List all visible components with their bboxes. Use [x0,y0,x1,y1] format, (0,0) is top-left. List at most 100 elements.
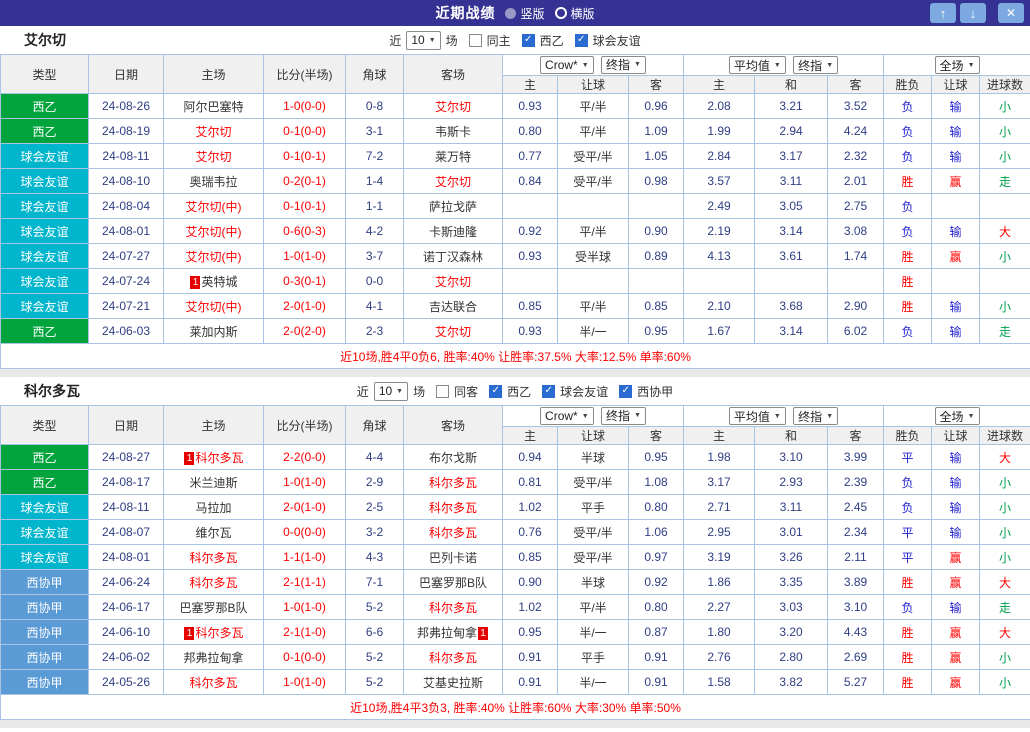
goals-result-cell: 小 [980,670,1030,695]
col-home: 主场 [164,406,264,445]
date-cell: 24-07-24 [89,269,164,294]
team-name: 科尔多瓦 [189,576,237,590]
goals-result-cell [980,194,1030,219]
odds-final-select[interactable]: 终指▼ [601,407,646,425]
col-corner: 角球 [346,55,404,94]
subcol-avg-draw: 和 [755,76,828,94]
chevron-down-icon: ▼ [396,388,403,395]
result-cell: 平 [884,445,932,470]
score-cell: 1-0(1-0) [264,670,346,695]
league-label-friendly: 球会友谊 [559,383,609,400]
games-label: 场 [445,32,459,49]
odds-away-cell: 1.06 [629,520,684,545]
fulltime-select[interactable]: 全场▼ [935,407,980,425]
odds-away-cell [629,269,684,294]
league-checkbox-primera-rfef[interactable]: ✓ [619,385,632,398]
match-count-select[interactable]: 10 ▼ [374,382,408,401]
team-name: 科尔多瓦 [429,651,477,665]
handicap-cell: 受平/半 [558,144,629,169]
filters-group: 近 10 ▼ 场 同主 ✓ 西乙 ✓ 球会友谊 [388,31,641,50]
close-button[interactable]: ✕ [998,3,1024,23]
subcol-avg-home: 主 [684,427,755,445]
odds-final-select[interactable]: 终指▼ [601,56,646,74]
avg-draw-cell: 3.61 [755,244,828,269]
same-away-label: 同客 [453,383,479,400]
team-name: 艾尔切 [435,325,471,339]
handicap-result-cell: 输 [932,294,980,319]
avg-away-cell: 1.74 [828,244,884,269]
same-home-checkbox[interactable] [469,34,482,47]
odds-source-select[interactable]: Crow*▼ [540,56,594,74]
result-cell: 胜 [884,294,932,319]
handicap-result-cell: 输 [932,445,980,470]
score-cell: 1-0(1-0) [264,595,346,620]
avg-away-cell: 3.10 [828,595,884,620]
date-cell: 24-06-17 [89,595,164,620]
home-cell: 奥瑞韦拉 [164,169,264,194]
same-home-label: 同主 [486,32,512,49]
handicap-cell: 受平/半 [558,520,629,545]
goals-result-cell: 大 [980,620,1030,645]
score-cell: 0-6(0-3) [264,219,346,244]
home-cell: 艾尔切 [164,119,264,144]
avg-select[interactable]: 平均值▼ [729,56,786,74]
odds-away-cell: 0.95 [629,445,684,470]
odds-home-cell: 0.80 [503,119,558,144]
col-league: 类型 [1,406,89,445]
league-checkbox-friendly[interactable]: ✓ [542,385,555,398]
layout-vertical-option[interactable]: 竖版 [505,5,544,22]
team-name: 英特城 [201,275,237,289]
goals-result-cell [980,269,1030,294]
handicap-result-cell: 赢 [932,545,980,570]
chevron-down-icon: ▼ [582,62,589,69]
league-checkbox-friendly[interactable]: ✓ [575,34,588,47]
league-checkbox-laliga2[interactable]: ✓ [489,385,502,398]
team-name: 吉达联合 [429,300,477,314]
stats-summary: 近10场,胜4平0负6, 胜率:40% 让胜率:37.5% 大率:12.5% 单… [1,344,1030,369]
fulltime-select[interactable]: 全场▼ [935,56,980,74]
odds-home-cell: 0.93 [503,244,558,269]
subcol-odds-home: 主 [503,427,558,445]
layout-horizontal-option[interactable]: 横版 [555,5,595,22]
league-cell: 西乙 [1,445,89,470]
avg-home-cell: 3.19 [684,545,755,570]
away-cell: 科尔多瓦 [404,520,503,545]
result-cell: 负 [884,219,932,244]
avg-final-select[interactable]: 终指▼ [793,56,838,74]
same-away-checkbox[interactable] [436,385,449,398]
avg-final-select[interactable]: 终指▼ [793,407,838,425]
date-cell: 24-08-11 [89,495,164,520]
chevron-down-icon: ▼ [429,37,436,44]
match-count-value: 10 [379,384,392,398]
avg-home-cell: 2.10 [684,294,755,319]
avg-select[interactable]: 平均值▼ [729,407,786,425]
avg-draw-cell: 2.94 [755,119,828,144]
corner-cell: 4-1 [346,294,404,319]
avg-draw-cell: 3.21 [755,94,828,119]
handicap-cell: 平手 [558,645,629,670]
avg-away-cell: 4.43 [828,620,884,645]
chevron-down-icon: ▼ [582,413,589,420]
date-cell: 24-08-10 [89,169,164,194]
avg-home-cell [684,269,755,294]
avg-draw-cell: 3.14 [755,319,828,344]
move-down-button[interactable]: ↓ [960,3,986,23]
odds-home-cell: 0.94 [503,445,558,470]
corner-cell: 2-9 [346,470,404,495]
subcol-avg-away: 客 [828,427,884,445]
team-name: 卡斯迪隆 [429,225,477,239]
move-up-button[interactable]: ↑ [930,3,956,23]
league-checkbox-laliga2[interactable]: ✓ [522,34,535,47]
match-count-select[interactable]: 10 ▼ [406,31,440,50]
team-name-heading: 科尔多瓦 [24,381,80,401]
result-cell: 负 [884,144,932,169]
corner-cell: 5-2 [346,595,404,620]
odds-home-cell: 0.95 [503,620,558,645]
match-count-value: 10 [411,33,424,47]
avg-draw-cell: 3.68 [755,294,828,319]
handicap-cell: 平/半 [558,94,629,119]
team-name: 艾尔切 [195,125,231,139]
goals-result-cell: 小 [980,645,1030,670]
odds-source-select[interactable]: Crow*▼ [540,407,594,425]
chevron-down-icon: ▼ [968,62,975,69]
